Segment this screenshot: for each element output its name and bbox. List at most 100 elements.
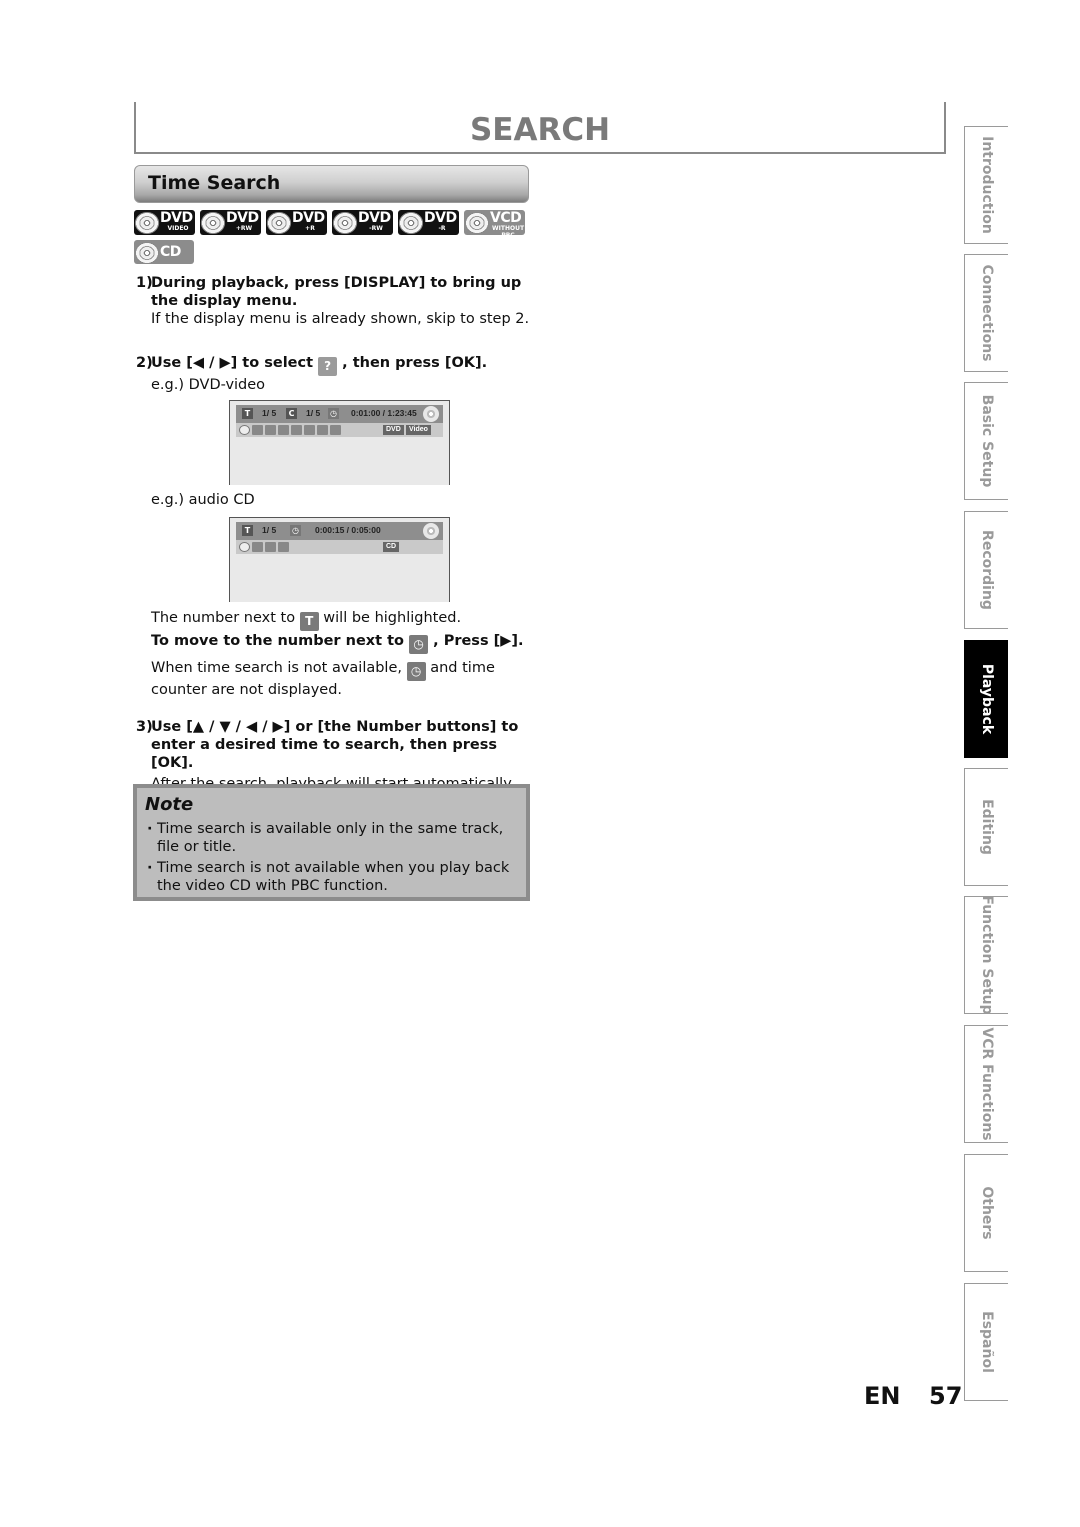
step-2: 2) Use [◀ / ▶] to select ? , then press …: [136, 354, 531, 394]
step-number: 2): [136, 355, 153, 371]
move-instruction: To move to the number next to ◷ , Press …: [151, 632, 524, 654]
badge-cd: CD: [134, 240, 194, 264]
step-body: If the display menu is already shown, sk…: [151, 311, 530, 327]
disc-type-tag: CD: [383, 542, 400, 552]
section-title: Time Search: [148, 172, 281, 194]
badge-main-label: CD: [160, 244, 181, 260]
osd-screen-cd: T 1/ 5 ◷ 0:00:15 / 0:05:00 CD: [229, 517, 450, 602]
badge-dvd-minus-rw: DVD -RW: [332, 210, 393, 235]
badge-main-label: DVD: [358, 210, 391, 226]
example-label-cd: e.g.) audio CD: [151, 492, 255, 508]
step-number: 3): [136, 719, 153, 735]
step-heading-text: , then press [OK].: [342, 355, 488, 371]
tab-label: Español: [978, 1311, 995, 1373]
page-title: SEARCH: [469, 112, 611, 148]
audio-icon: [252, 542, 263, 552]
audio-icon: [252, 425, 263, 435]
side-tab-vcr-functions[interactable]: VCR Functions: [964, 1025, 1008, 1143]
side-tab-connections[interactable]: Connections: [964, 254, 1008, 372]
badge-main-label: DVD: [424, 210, 457, 226]
noise-reduction-icon: [317, 425, 328, 435]
disc-type-tag: DVD: [383, 425, 404, 435]
repeat-icon: [265, 542, 276, 552]
title-value: 1/ 5: [262, 408, 277, 418]
disc-icon: [134, 240, 163, 264]
search-icon: ?: [318, 357, 338, 376]
angle-icon: [278, 425, 289, 435]
badge-sub-label: +RW: [235, 225, 253, 232]
clock-icon: ◷: [328, 408, 339, 419]
tab-label: Introduction: [978, 136, 995, 234]
badge-main-label: DVD: [292, 210, 325, 226]
note-item: Time search is not available when you pl…: [145, 859, 518, 895]
badge-main-label: VCD: [490, 210, 522, 226]
osd-info-bar: T 1/ 5 C 1/ 5 ◷ 0:01:00 / 1:23:45: [236, 405, 443, 423]
disc-icon: [332, 210, 361, 235]
osd-info-bar: T 1/ 5 ◷ 0:00:15 / 0:05:00: [236, 522, 443, 540]
tab-label: Recording: [978, 530, 995, 610]
side-tab-others[interactable]: Others: [964, 1154, 1008, 1272]
time-counter: 0:01:00 / 1:23:45: [351, 408, 417, 418]
side-tab-function-setup[interactable]: Function Setup: [964, 895, 1008, 1015]
clock-icon: ◷: [290, 525, 301, 536]
badge-sub-label: -R: [438, 225, 446, 232]
step-number: 1): [136, 275, 153, 291]
subtitle-icon: [265, 425, 276, 435]
title-icon: T: [299, 612, 319, 631]
disc-icon: [423, 406, 439, 422]
badge-sub-label: +R: [305, 225, 315, 232]
tab-label: Editing: [978, 799, 995, 855]
side-tab-editing[interactable]: Editing: [964, 768, 1008, 886]
tab-label: Connections: [978, 264, 995, 362]
search-icon: [239, 542, 250, 552]
side-tab-recording[interactable]: Recording: [964, 511, 1008, 629]
osd-menu-bar: CD: [236, 540, 443, 554]
disc-icon: [398, 210, 427, 235]
text: , Press [▶].: [433, 633, 524, 649]
disc-icon: [464, 210, 493, 235]
clock-icon: ◷: [406, 662, 426, 681]
step-1: 1) During playback, press [DISPLAY] to b…: [136, 274, 531, 328]
badge-main-label: DVD: [160, 210, 193, 226]
badge-dvd-plus-rw: DVD +RW: [200, 210, 261, 235]
unavailable-note: When time search is not available, ◷ and…: [151, 659, 511, 699]
time-counter: 0:00:15 / 0:05:00: [315, 525, 381, 535]
step-heading: During playback, press [DISPLAY] to brin…: [151, 275, 522, 309]
example-label-dvd: e.g.) DVD-video: [151, 377, 266, 393]
track-value: 1/ 5: [262, 525, 277, 535]
step-heading: Use [▲ / ▼ / ◀ / ▶] or [the Number butto…: [151, 719, 519, 771]
tab-label: Others: [978, 1186, 995, 1240]
note-title: Note: [145, 794, 194, 815]
note-list: Time search is available only in the sam…: [145, 820, 518, 898]
step-3: 3) Use [▲ / ▼ / ◀ / ▶] or [the Number bu…: [136, 718, 531, 793]
highlight-note: The number next to T will be highlighted…: [151, 609, 461, 631]
page-number: 57: [929, 1382, 963, 1410]
side-tab-espanol[interactable]: Español: [964, 1283, 1008, 1401]
osd-screen-dvd: T 1/ 5 C 1/ 5 ◷ 0:01:00 / 1:23:45 DVD Vi…: [229, 400, 450, 485]
disc-icon: [200, 210, 229, 235]
tab-label: Playback: [978, 663, 995, 735]
disc-icon: [423, 523, 439, 539]
badge-sub-label: VIDEO: [167, 225, 189, 232]
repeat-icon: [291, 425, 302, 435]
side-tab-basic-setup[interactable]: Basic Setup: [964, 382, 1008, 500]
tab-label: Basic Setup: [978, 394, 995, 488]
marker-icon: [304, 425, 315, 435]
badge-vcd-without-pbc: VCD WITHOUT PBC: [464, 210, 525, 235]
text: The number next to: [151, 610, 296, 626]
zoom-icon: [330, 425, 341, 435]
chapter-icon: C: [286, 408, 297, 419]
side-tab-playback[interactable]: Playback: [964, 640, 1008, 758]
section-header: Time Search: [134, 165, 529, 203]
media-type-tag: Video: [406, 425, 431, 435]
step-heading: Use [◀ / ▶] to select ? , then press [OK…: [151, 354, 531, 376]
tab-label: Function Setup: [978, 895, 995, 1015]
language-code: EN: [864, 1382, 901, 1410]
step-heading-text: Use [◀ / ▶] to select: [151, 355, 314, 371]
title-icon: T: [242, 408, 253, 419]
title-icon: T: [242, 525, 253, 536]
badge-dvd-minus-r: DVD -R: [398, 210, 459, 235]
disc-icon: [134, 210, 163, 235]
disc-icon: [266, 210, 295, 235]
side-tab-introduction[interactable]: Introduction: [964, 126, 1008, 244]
